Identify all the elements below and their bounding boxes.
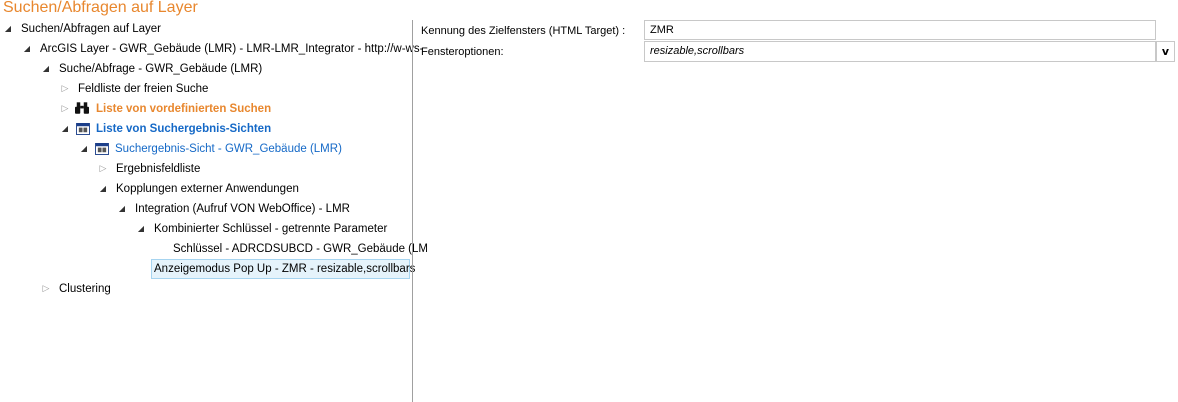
collapsed-icon[interactable]: ▷ [60,99,70,119]
panel-splitter[interactable] [412,20,413,402]
target-input[interactable]: ZMR [644,20,1156,40]
expanded-icon[interactable]: ◢ [3,19,13,39]
table-view-icon [95,143,109,155]
options-input[interactable]: resizable,scrollbars [644,41,1156,62]
expanded-icon[interactable]: ◢ [136,219,146,239]
expanded-icon[interactable]: ◢ [117,199,127,219]
tree-item-anzeigemodus[interactable]: Anzeigemodus Pop Up - ZMR - resizable,sc… [0,259,415,279]
expanded-icon[interactable]: ◢ [60,119,70,139]
expanded-icon[interactable]: ◢ [41,59,51,79]
table-view-icon [76,123,90,135]
collapsed-icon[interactable]: ▷ [60,79,70,99]
expanded-icon[interactable]: ◢ [79,139,89,159]
binoculars-icon [75,102,89,114]
options-dropdown-button[interactable]: v [1156,41,1175,62]
expanded-icon[interactable]: ◢ [22,39,32,59]
target-label: Kennung des Zielfensters (HTML Target) : [421,25,626,37]
expanded-icon[interactable]: ◢ [98,179,108,199]
collapsed-icon[interactable]: ▷ [41,279,51,299]
options-label: Fensteroptionen: [421,46,504,58]
page-title: Suchen/Abfragen auf Layer [3,0,198,16]
collapsed-icon[interactable]: ▷ [98,159,108,179]
